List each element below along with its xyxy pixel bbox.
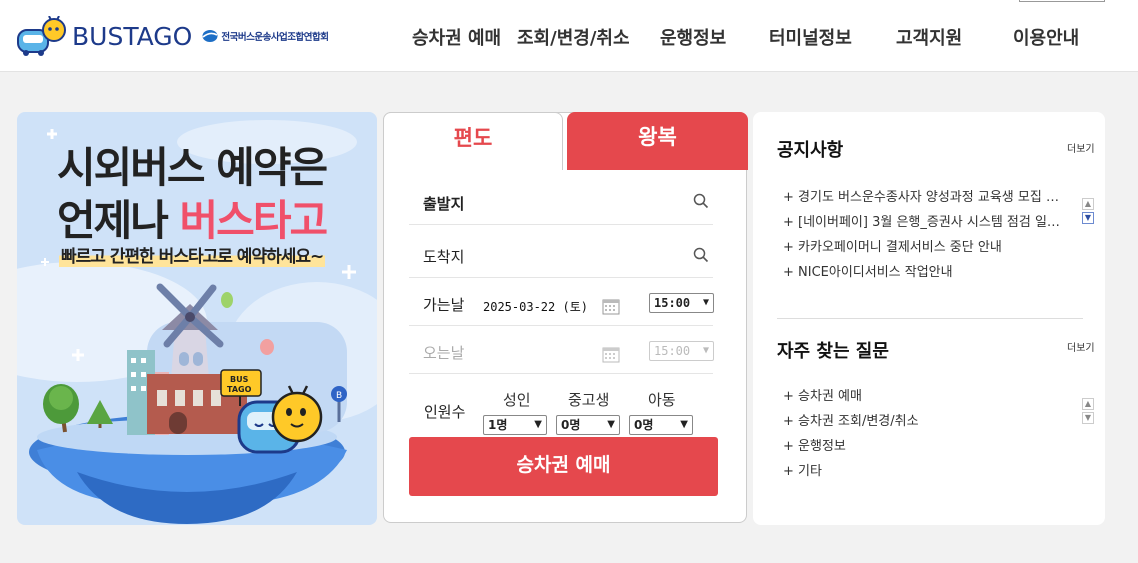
calendar-icon[interactable] (602, 298, 620, 315)
faq-item[interactable]: + 기타 (783, 459, 1065, 484)
faq-item[interactable]: + 승차권 조회/변경/취소 (783, 409, 1065, 434)
promo-banner[interactable]: B BUS TAGO 시외버스 예약은 언제나 버스타고 빠르고 간편한 버스타… (17, 112, 377, 525)
child-count-select[interactable]: 0명 ▼ (629, 415, 693, 435)
tab-oneway[interactable]: 편도 (383, 112, 563, 170)
nav-operation-info[interactable]: 운행정보 (660, 24, 726, 50)
notice-item[interactable]: + [네이버페이] 3월 은행_증권사 시스템 점검 일정 안내 (783, 210, 1065, 235)
faq-item[interactable]: + 승차권 예매 (783, 384, 1065, 409)
chevron-down-icon: ▼ (702, 297, 709, 308)
return-time-select[interactable]: 15:00 ▼ (649, 341, 714, 361)
booking-panel: 편도 왕복 출발지 도착지 가는날 2025-03-22 (토) 15:00 ▼ … (383, 112, 748, 523)
departure-label: 출발지 (423, 195, 465, 213)
association-name: 전국버스운송사업조합연합회 (221, 32, 329, 43)
nav-lookup-change-cancel[interactable]: 조회/변경/취소 (517, 24, 630, 50)
banner-headline-line1: 시외버스 예약은 (57, 143, 328, 192)
tab-round-trip[interactable]: 왕복 (567, 112, 748, 170)
go-time-select[interactable]: 15:00 ▼ (649, 293, 714, 313)
chevron-down-icon: ▼ (534, 419, 542, 430)
go-date-label: 가는날 (423, 296, 465, 314)
faq-more-link[interactable]: 더보기 (1067, 339, 1095, 354)
notice-item[interactable]: + NICE아이디서비스 작업안내 (783, 260, 1065, 285)
association-emblem-icon (202, 30, 218, 42)
brand-name: BUSTAGO (72, 21, 193, 51)
notice-list: + 경기도 버스운수종사자 양성과정 교육생 모집 공고 + [네이버페이] 3… (783, 185, 1065, 285)
nav-customer-support[interactable]: 고객지원 (896, 24, 962, 50)
return-date-label: 오는날 (423, 344, 465, 362)
nav-usage-guide[interactable]: 이용안내 (1013, 24, 1079, 50)
passenger-label: 인원수 (424, 403, 466, 421)
banner-headline-line2: 언제나 버스타고 (57, 187, 329, 248)
search-icon[interactable] (693, 247, 709, 263)
faq-item[interactable]: + 운행정보 (783, 434, 1065, 459)
go-time-value: 15:00 (654, 296, 691, 310)
top-utility-box (1019, 0, 1105, 2)
banner-subtitle: 빠르고 간편한 버스타고로 예약하세요~ (59, 242, 326, 267)
teen-count-select[interactable]: 0명 ▼ (556, 415, 620, 435)
adult-count-select[interactable]: 1명 ▼ (483, 415, 547, 435)
arrival-label: 도착지 (423, 248, 465, 266)
notice-item[interactable]: + 경기도 버스운수종사자 양성과정 교육생 모집 공고 (783, 185, 1065, 210)
child-label: 아동 (648, 391, 676, 409)
search-icon[interactable] (693, 193, 709, 209)
site-header: BUSTAGO 전국버스운송사업조합연합회 승차권 예매 조회/변경/취소 운행… (0, 0, 1138, 72)
calendar-icon[interactable] (602, 346, 620, 363)
return-date-row: 오는날 15:00 ▼ (409, 326, 714, 374)
notice-more-link[interactable]: 더보기 (1067, 140, 1095, 155)
nav-ticket-booking[interactable]: 승차권 예매 (412, 24, 501, 50)
scroll-down-icon[interactable]: ▼ (1082, 412, 1094, 424)
chevron-down-icon: ▼ (702, 345, 709, 356)
departure-field[interactable]: 출발지 (409, 177, 713, 225)
return-time-value: 15:00 (654, 344, 691, 358)
bus-mascot-icon (16, 15, 68, 56)
section-divider (777, 318, 1083, 319)
chevron-down-icon: ▼ (607, 419, 615, 430)
scroll-down-icon[interactable]: ▼ (1082, 212, 1094, 224)
teen-count-value: 0명 (561, 418, 581, 432)
scroll-up-icon[interactable]: ▲ (1082, 198, 1094, 210)
bus-sign-line1: BUS (230, 375, 249, 384)
scroll-up-icon[interactable]: ▲ (1082, 398, 1094, 410)
bus-stop-sign: B (336, 391, 342, 401)
teen-label: 중고생 (568, 391, 610, 409)
brand-logo[interactable]: BUSTAGO 전국버스운송사업조합연합회 (16, 14, 329, 58)
notice-item[interactable]: + 카카오페이머니 결제서비스 중단 안내 (783, 235, 1065, 260)
association-logo: 전국버스운송사업조합연합회 (202, 29, 329, 43)
notice-title: 공지사항 (777, 140, 844, 161)
faq-list: + 승차권 예매 + 승차권 조회/변경/취소 + 운행정보 + 기타 (783, 384, 1065, 484)
reserve-ticket-button[interactable]: 승차권 예매 (409, 437, 718, 496)
faq-title: 자주 찾는 질문 (777, 341, 889, 362)
info-panel: 공지사항 더보기 + 경기도 버스운수종사자 양성과정 교육생 모집 공고 + … (753, 112, 1105, 525)
go-date-row: 가는날 2025-03-22 (토) 15:00 ▼ (409, 278, 714, 326)
banner-headline-prefix: 언제나 (57, 196, 180, 245)
go-date-value[interactable]: 2025-03-22 (토) (483, 298, 588, 315)
adult-label: 성인 (503, 391, 531, 409)
banner-headline-highlight: 버스타고 (179, 196, 329, 245)
bus-sign-line2: TAGO (227, 385, 252, 394)
arrival-field[interactable]: 도착지 (409, 225, 713, 278)
adult-count-value: 1명 (488, 418, 508, 432)
child-count-value: 0명 (634, 418, 654, 432)
nav-terminal-info[interactable]: 터미널정보 (769, 24, 852, 50)
chevron-down-icon: ▼ (680, 419, 688, 430)
